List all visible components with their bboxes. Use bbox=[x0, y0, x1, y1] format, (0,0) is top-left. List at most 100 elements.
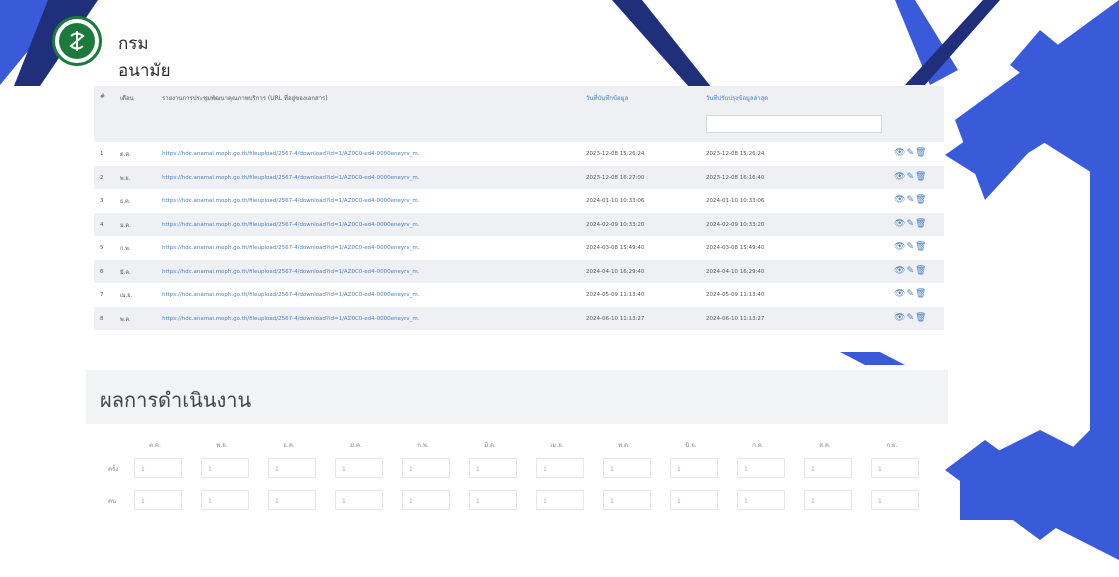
result-input[interactable]: 1 bbox=[201, 490, 249, 510]
eye-icon[interactable]: 👁 bbox=[894, 242, 906, 252]
trash-icon[interactable]: 🗑 bbox=[915, 195, 927, 205]
result-input[interactable]: 1 bbox=[737, 458, 785, 478]
result-input[interactable]: 1 bbox=[268, 458, 316, 478]
row-month: ม.ค. bbox=[120, 222, 131, 229]
trash-icon[interactable]: 🗑 bbox=[915, 219, 927, 229]
row-updated-date: 2024-04-10 16:29:40 bbox=[706, 268, 765, 275]
result-input[interactable]: 1 bbox=[737, 490, 785, 510]
row-url-link[interactable]: https://hdc.anamai.moph.go.th/fileupload… bbox=[162, 198, 572, 204]
eye-icon[interactable]: 👁 bbox=[894, 219, 906, 229]
caduceus-icon bbox=[69, 31, 85, 51]
result-input[interactable]: 1 bbox=[201, 458, 249, 478]
result-input[interactable]: 1 bbox=[536, 458, 584, 478]
result-input[interactable]: 1 bbox=[603, 458, 651, 478]
row-updated-date: 2024-06-10 11:13:27 bbox=[706, 315, 765, 322]
trash-icon[interactable]: 🗑 bbox=[915, 172, 927, 182]
result-input[interactable]: 1 bbox=[469, 490, 517, 510]
result-input[interactable]: 1 bbox=[536, 490, 584, 510]
eye-icon[interactable]: 👁 bbox=[894, 289, 906, 299]
trash-icon[interactable]: 🗑 bbox=[915, 242, 927, 252]
row-url-link[interactable]: https://hdc.anamai.moph.go.th/fileupload… bbox=[162, 292, 572, 298]
result-input[interactable]: 1 bbox=[469, 458, 517, 478]
table-row: 6 มี.ค. https://hdc.anamai.moph.go.th/file… bbox=[94, 259, 944, 283]
row-month: ก.พ. bbox=[120, 246, 131, 252]
column-url: รายงานการประชุมพัฒนาคุณภาพบริการ (URL ที… bbox=[162, 95, 328, 102]
row-month: ธ.ค. bbox=[120, 199, 131, 205]
result-input[interactable]: 1 bbox=[335, 490, 383, 510]
row-url-link[interactable]: https://hdc.anamai.moph.go.th/fileupload… bbox=[162, 316, 572, 322]
eye-icon[interactable]: 👁 bbox=[894, 148, 906, 158]
result-input[interactable]: 1 bbox=[670, 490, 718, 510]
row-created-date: 2024-02-09 10:33:20 bbox=[586, 221, 645, 228]
eye-icon[interactable]: 👁 bbox=[894, 195, 906, 205]
month-header: ก.พ. bbox=[417, 442, 429, 449]
result-input[interactable]: 1 bbox=[871, 458, 919, 478]
eye-icon[interactable]: 👁 bbox=[894, 172, 906, 182]
row-actions: 👁✎🗑 bbox=[894, 172, 927, 182]
result-input[interactable]: 1 bbox=[134, 458, 182, 478]
results-header: ผลการดำเนินงาน bbox=[86, 370, 948, 424]
trash-icon[interactable]: 🗑 bbox=[915, 313, 927, 323]
row-updated-date: 2024-05-09 11:13:40 bbox=[706, 292, 765, 298]
pencil-icon[interactable]: ✎ bbox=[906, 148, 915, 158]
trash-icon[interactable]: 🗑 bbox=[915, 148, 927, 158]
result-input[interactable]: 1 bbox=[804, 490, 852, 510]
row-actions: 👁✎🗑 bbox=[894, 313, 927, 323]
report-table: # เดือน รายงานการประชุมพัฒนาคุณภาพบริการ… bbox=[94, 86, 944, 330]
table-body: 1 ต.ค. https://hdc.anamai.moph.go.th/fileu… bbox=[94, 142, 944, 330]
pencil-icon[interactable]: ✎ bbox=[906, 313, 915, 323]
result-input[interactable]: 1 bbox=[871, 490, 919, 510]
table-header: # เดือน รายงานการประชุมพัฒนาคุณภาพบริการ… bbox=[94, 86, 944, 142]
trash-icon[interactable]: 🗑 bbox=[915, 289, 927, 299]
row-url-link[interactable]: https://hdc.anamai.moph.go.th/fileupload… bbox=[162, 151, 572, 157]
row-month: มี.ค. bbox=[120, 269, 131, 276]
department-logo bbox=[52, 16, 102, 66]
month-header: เม.ย. bbox=[550, 442, 564, 449]
row-month: เม.ย. bbox=[120, 293, 133, 299]
row-actions: 👁✎🗑 bbox=[894, 195, 927, 205]
table-row: 7 เม.ย. https://hdc.anamai.moph.go.th/file… bbox=[94, 283, 944, 307]
result-input[interactable]: 1 bbox=[335, 458, 383, 478]
trash-icon[interactable]: 🗑 bbox=[915, 266, 927, 276]
pencil-icon[interactable]: ✎ bbox=[906, 242, 915, 252]
result-input[interactable]: 1 bbox=[670, 458, 718, 478]
month-header: ธ.ค. bbox=[283, 442, 295, 449]
row-actions: 👁✎🗑 bbox=[894, 242, 927, 252]
row-url-link[interactable]: https://hdc.anamai.moph.go.th/fileupload… bbox=[162, 245, 572, 251]
row-updated-date: 2024-03-08 15:49:40 bbox=[706, 245, 765, 251]
column-number: # bbox=[100, 93, 106, 100]
row-actions: 👁✎🗑 bbox=[894, 219, 927, 229]
row-number: 7 bbox=[100, 292, 104, 298]
row-updated-date: 2023-12-08 15:26:24 bbox=[706, 151, 765, 157]
result-input[interactable]: 1 bbox=[603, 490, 651, 510]
table-row: 2 พ.ย. https://hdc.anamai.moph.go.th/fileu… bbox=[94, 165, 944, 189]
row-actions: 👁✎🗑 bbox=[894, 266, 927, 276]
row-number: 1 bbox=[100, 151, 104, 157]
pencil-icon[interactable]: ✎ bbox=[906, 266, 915, 276]
row-created-date: 2024-03-08 15:49:40 bbox=[586, 245, 645, 251]
row-created-date: 2024-05-09 11:13:40 bbox=[586, 292, 645, 298]
eye-icon[interactable]: 👁 bbox=[894, 313, 906, 323]
table-row: 3 ธ.ค. https://hdc.anamai.moph.go.th/fileu… bbox=[94, 189, 944, 213]
pencil-icon[interactable]: ✎ bbox=[906, 219, 915, 229]
updated-filter-input[interactable] bbox=[706, 115, 882, 133]
row-number: 5 bbox=[100, 245, 104, 251]
column-updated-sort[interactable]: วันที่ปรับปรุงข้อมูลล่าสุด bbox=[706, 93, 768, 103]
result-input[interactable]: 1 bbox=[804, 458, 852, 478]
pencil-icon[interactable]: ✎ bbox=[906, 289, 915, 299]
result-input[interactable]: 1 bbox=[402, 458, 450, 478]
row-url-link[interactable]: https://hdc.anamai.moph.go.th/fileupload… bbox=[162, 269, 572, 275]
month-header: ม.ค. bbox=[350, 442, 362, 449]
eye-icon[interactable]: 👁 bbox=[894, 266, 906, 276]
row-url-link[interactable]: https://hdc.anamai.moph.go.th/fileupload… bbox=[162, 222, 572, 228]
result-input[interactable]: 1 bbox=[134, 490, 182, 510]
result-input[interactable]: 1 bbox=[402, 490, 450, 510]
month-header: มี.ค. bbox=[484, 442, 496, 449]
pencil-icon[interactable]: ✎ bbox=[906, 172, 915, 182]
result-input[interactable]: 1 bbox=[268, 490, 316, 510]
pencil-icon[interactable]: ✎ bbox=[906, 195, 915, 205]
row-url-link[interactable]: https://hdc.anamai.moph.go.th/fileupload… bbox=[162, 175, 572, 181]
row-number: 6 bbox=[100, 268, 104, 275]
column-created-sort[interactable]: วันที่บันทึกข้อมูล bbox=[586, 93, 628, 103]
results-section: ผลการดำเนินงาน ต.ค. พ.ย. ธ.ค. ม.ค. ก.พ. มี.ค.… bbox=[86, 370, 948, 520]
